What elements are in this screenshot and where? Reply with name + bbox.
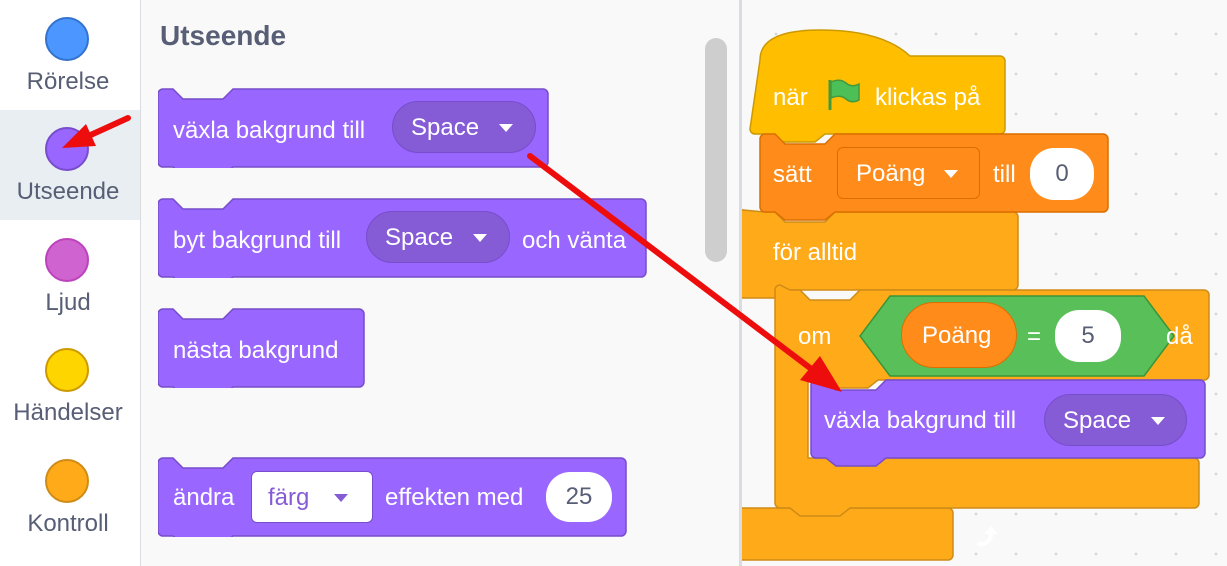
motion-category-icon bbox=[45, 17, 89, 61]
events-category-icon bbox=[45, 348, 89, 392]
backdrop-dropdown-value: Space bbox=[385, 224, 454, 251]
category-looks[interactable]: Utseende bbox=[0, 110, 140, 220]
chevron-down-icon bbox=[1151, 417, 1165, 425]
category-control[interactable]: Kontroll bbox=[0, 442, 140, 552]
next-backdrop-label: nästa bakgrund bbox=[173, 337, 339, 364]
then-label: då bbox=[1166, 323, 1193, 350]
block-palette: Utseende växla bakgrund till Space byt b… bbox=[141, 0, 739, 566]
category-sidebar: Rörelse Utseende Ljud Händelser Kontroll bbox=[0, 0, 141, 566]
and-wait-label: och vänta bbox=[522, 227, 627, 254]
clicked-label: klickas på bbox=[875, 84, 981, 111]
category-looks-label: Utseende bbox=[16, 178, 120, 205]
palette-scrollbar[interactable] bbox=[705, 38, 727, 262]
category-motion[interactable]: Rörelse bbox=[0, 0, 140, 110]
inner-backdrop-dropdown[interactable]: Space bbox=[1044, 394, 1187, 446]
variable-value-input[interactable]: 0 bbox=[1030, 148, 1094, 200]
effect-dropdown-value: färg bbox=[268, 484, 310, 511]
chevron-down-icon bbox=[473, 234, 487, 242]
backdrop-dropdown[interactable]: Space bbox=[366, 211, 510, 263]
category-sound-label: Ljud bbox=[45, 289, 91, 316]
effect-amount-input[interactable]: 25 bbox=[546, 472, 612, 522]
green-flag-icon bbox=[828, 79, 860, 110]
inner-backdrop-dropdown-value: Space bbox=[1063, 407, 1132, 434]
switch-backdrop-label: växla bakgrund till bbox=[173, 117, 366, 144]
equals-operator: = bbox=[1027, 323, 1042, 350]
chevron-down-icon bbox=[944, 170, 958, 178]
backdrop-dropdown[interactable]: Space bbox=[392, 101, 536, 153]
switch-backdrop-and-wait-block[interactable]: byt bakgrund till Space och vänta bbox=[158, 198, 648, 278]
variable-dropdown[interactable]: Poäng bbox=[837, 147, 980, 199]
sound-category-icon bbox=[45, 238, 89, 282]
script-workspace[interactable]: när klickas på sätt Poäng till 0 för all… bbox=[742, 0, 1227, 566]
variable-dropdown-value: Poäng bbox=[856, 160, 926, 187]
looks-category-icon bbox=[45, 127, 89, 171]
switch-backdrop-wait-label: byt bakgrund till bbox=[173, 227, 342, 254]
category-sound[interactable]: Ljud bbox=[0, 221, 140, 331]
forever-label: för alltid bbox=[773, 239, 858, 266]
if-label: om bbox=[798, 323, 832, 350]
to-label: till bbox=[993, 161, 1016, 188]
loop-arrow-icon bbox=[977, 526, 998, 547]
variable-reporter-label: Poäng bbox=[922, 322, 992, 349]
inner-switch-backdrop-label: växla bakgrund till bbox=[824, 407, 1017, 434]
change-effect-block[interactable]: ändra färg effekten med 25 bbox=[158, 457, 628, 537]
switch-backdrop-block[interactable]: växla bakgrund till Space bbox=[158, 88, 550, 168]
chevron-down-icon bbox=[334, 494, 348, 502]
category-events-label: Händelser bbox=[13, 399, 123, 426]
when-label: när bbox=[773, 84, 808, 111]
category-motion-label: Rörelse bbox=[26, 68, 110, 95]
set-label: sätt bbox=[773, 161, 812, 188]
effect-with-label: effekten med bbox=[385, 484, 524, 511]
palette-title: Utseende bbox=[160, 20, 287, 51]
change-label: ändra bbox=[173, 484, 235, 511]
category-events[interactable]: Händelser bbox=[0, 331, 140, 441]
control-category-icon bbox=[45, 459, 89, 503]
variable-reporter[interactable]: Poäng bbox=[901, 302, 1017, 368]
category-control-label: Kontroll bbox=[27, 510, 109, 537]
chevron-down-icon bbox=[499, 124, 513, 132]
backdrop-dropdown-value: Space bbox=[411, 114, 480, 141]
compare-value-input[interactable]: 5 bbox=[1055, 310, 1121, 362]
script-shapes bbox=[742, 29, 1210, 561]
next-backdrop-block[interactable]: nästa bakgrund bbox=[158, 308, 366, 388]
effect-dropdown[interactable]: färg bbox=[251, 471, 373, 523]
